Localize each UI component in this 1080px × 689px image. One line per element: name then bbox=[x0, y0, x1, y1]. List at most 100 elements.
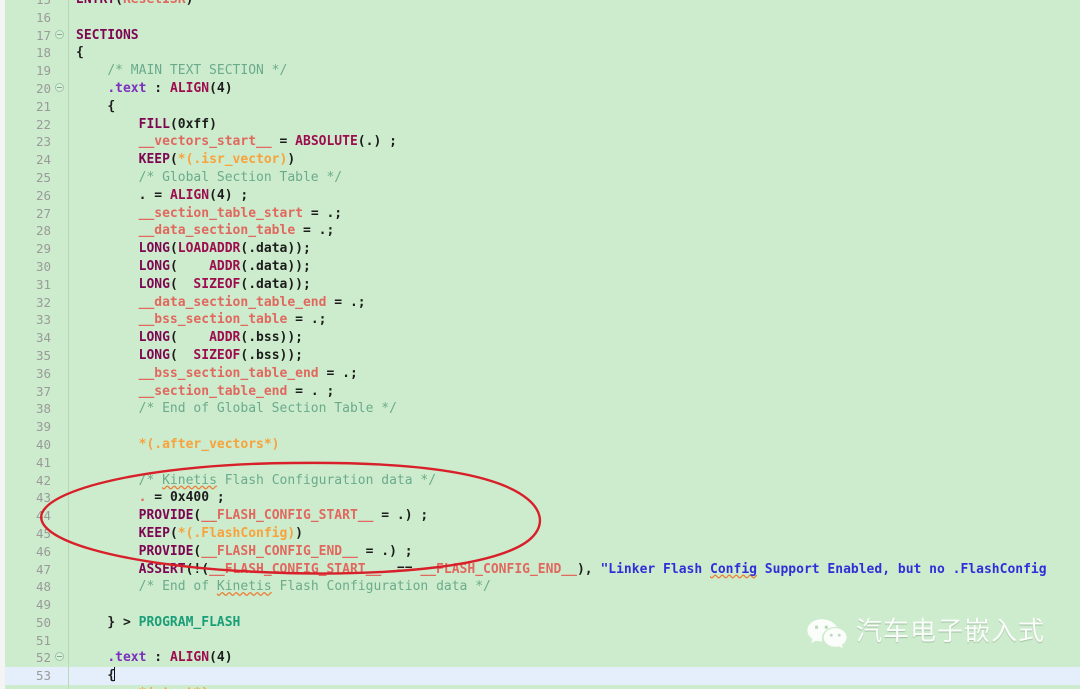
code-text[interactable]: LONG( ADDR(.data)); bbox=[76, 258, 311, 276]
code-line[interactable]: 30 LONG( ADDR(.data)); bbox=[0, 258, 1080, 276]
code-line[interactable]: 22 FILL(0xff) bbox=[0, 116, 1080, 134]
code-line[interactable]: 20 .text : ALIGN(4) bbox=[0, 80, 1080, 98]
code-text[interactable]: PROVIDE(__FLASH_CONFIG_START__ = .) ; bbox=[76, 507, 429, 525]
token-punc: ) bbox=[224, 650, 233, 666]
code-text[interactable]: /* End of Kinetis Flash Configuration da… bbox=[76, 578, 491, 596]
code-line[interactable]: 19 /* MAIN TEXT SECTION */ bbox=[0, 62, 1080, 80]
code-line[interactable]: 24 KEEP(*(.isr_vector)) bbox=[0, 151, 1080, 169]
code-line[interactable]: 41 bbox=[0, 454, 1080, 472]
code-line[interactable]: 23 __vectors_start__ = ABSOLUTE(.) ; bbox=[0, 133, 1080, 151]
token-punc: (.bss)); bbox=[240, 347, 304, 363]
code-text[interactable]: __bss_section_table_end = .; bbox=[76, 365, 358, 383]
code-text[interactable]: SECTIONS bbox=[76, 27, 139, 45]
code-text[interactable]: /* Kinetis Flash Configuration data */ bbox=[76, 472, 436, 490]
code-text[interactable]: __bss_section_table = .; bbox=[76, 311, 327, 329]
code-line[interactable]: 35 LONG( SIZEOF(.bss)); bbox=[0, 347, 1080, 365]
code-line[interactable]: 36 __bss_section_table_end = .; bbox=[0, 365, 1080, 383]
code-text[interactable]: .text : ALIGN(4) bbox=[76, 80, 232, 98]
line-number: 45 bbox=[35, 525, 51, 541]
line-number: 54 bbox=[5, 685, 51, 689]
line-number: 20 bbox=[35, 80, 51, 96]
code-editor-viewport[interactable]: 15ENTRY(ResetISR)1617SECTIONS18{19 /* MA… bbox=[0, 0, 1080, 689]
code-text[interactable]: KEEP(*(.isr_vector)) bbox=[76, 151, 296, 169]
code-text[interactable]: { bbox=[76, 98, 115, 116]
code-line[interactable]: 21 { bbox=[0, 98, 1080, 116]
code-text[interactable]: __section_table_end = . ; bbox=[76, 383, 335, 401]
code-text[interactable]: /* End of Global Section Table */ bbox=[76, 400, 397, 418]
code-text[interactable]: LONG(LOADADDR(.data)); bbox=[76, 240, 311, 258]
code-text[interactable]: *(.after_vectors*) bbox=[76, 436, 280, 454]
code-text[interactable]: *(.text*) bbox=[76, 685, 209, 689]
code-line[interactable]: 34 LONG( ADDR(.bss)); bbox=[0, 329, 1080, 347]
code-line[interactable]: 49 bbox=[0, 596, 1080, 614]
token-sym: __FLASH_CONFIG_START__ bbox=[209, 561, 382, 577]
line-number: 39 bbox=[35, 419, 51, 435]
token-punc: ) bbox=[209, 116, 217, 132]
token-punc: } > bbox=[107, 614, 139, 630]
code-line[interactable]: 32 __data_section_table_end = .; bbox=[0, 294, 1080, 312]
code-text[interactable]: LONG( ADDR(.bss)); bbox=[76, 329, 303, 347]
code-text[interactable]: { bbox=[76, 667, 116, 685]
code-text[interactable]: } > PROGRAM_FLASH bbox=[76, 614, 240, 632]
code-line[interactable]: 46 PROVIDE(__FLASH_CONFIG_END__ = .) ; bbox=[0, 543, 1080, 561]
code-text[interactable]: __section_table_start = .; bbox=[76, 205, 343, 223]
code-text[interactable]: PROVIDE(__FLASH_CONFIG_END__ = .) ; bbox=[76, 543, 413, 561]
code-line[interactable]: 47 ASSERT(!(__FLASH_CONFIG_START__ == __… bbox=[0, 561, 1080, 579]
code-text[interactable]: /* MAIN TEXT SECTION */ bbox=[76, 62, 287, 80]
code-line[interactable]: 25 /* Global Section Table */ bbox=[0, 169, 1080, 187]
code-text[interactable]: ASSERT(!(__FLASH_CONFIG_START__ == __FLA… bbox=[76, 561, 1047, 579]
code-line[interactable]: 33 __bss_section_table = .; bbox=[0, 311, 1080, 329]
token-punc: ( bbox=[169, 330, 210, 346]
code-line[interactable]: 42 /* Kinetis Flash Configuration data *… bbox=[0, 472, 1080, 490]
fold-collapse-icon[interactable] bbox=[55, 652, 64, 662]
code-line[interactable]: 28 __data_section_table = .; bbox=[0, 222, 1080, 240]
code-line[interactable]: 26 . = ALIGN(4) ; bbox=[0, 187, 1080, 205]
code-line[interactable]: 44 PROVIDE(__FLASH_CONFIG_START__ = .) ; bbox=[0, 507, 1080, 525]
token-cmt: Kinetis bbox=[216, 579, 272, 595]
code-lines-container[interactable]: 15ENTRY(ResetISR)1617SECTIONS18{19 /* MA… bbox=[0, 0, 1080, 689]
token-kw: LONG bbox=[138, 330, 170, 346]
code-text[interactable]: ENTRY(ResetISR) bbox=[76, 0, 193, 9]
code-line[interactable]: 54 *(.text*) bbox=[0, 685, 1080, 689]
code-text[interactable]: . = 0x400 ; bbox=[76, 489, 225, 507]
token-kw: LONG bbox=[138, 276, 170, 292]
code-text[interactable]: __data_section_table_end = .; bbox=[76, 294, 366, 312]
code-text[interactable]: /* Global Section Table */ bbox=[76, 169, 343, 187]
code-text[interactable]: __data_section_table = .; bbox=[76, 222, 335, 240]
code-line[interactable]: 29 LONG(LOADADDR(.data)); bbox=[0, 240, 1080, 258]
code-text[interactable]: { bbox=[76, 44, 84, 62]
code-line[interactable]: 53 { bbox=[0, 667, 1080, 686]
code-line[interactable]: 15 ENTRY(ResetISR) bbox=[0, 0, 1080, 9]
code-line[interactable]: 38 /* End of Global Section Table */ bbox=[0, 400, 1080, 418]
code-line[interactable]: 27 __section_table_start = .; bbox=[0, 205, 1080, 223]
code-line[interactable]: 45 KEEP(*(.FlashConfig)) bbox=[0, 525, 1080, 543]
code-line[interactable]: 31 LONG( SIZEOF(.data)); bbox=[0, 276, 1080, 294]
code-line[interactable]: 50 } > PROGRAM_FLASH bbox=[0, 614, 1080, 632]
token-glob: *(.FlashConfig) bbox=[177, 525, 296, 541]
code-text[interactable]: LONG( SIZEOF(.data)); bbox=[76, 276, 311, 294]
code-text[interactable]: LONG( SIZEOF(.bss)); bbox=[76, 347, 303, 365]
fold-collapse-icon[interactable] bbox=[55, 82, 64, 92]
code-line[interactable]: 43 . = 0x400 ; bbox=[0, 489, 1080, 507]
token-sym: __bss_section_table bbox=[138, 312, 288, 328]
code-line[interactable]: 18 { bbox=[0, 44, 1080, 62]
code-line[interactable]: 37 __section_table_end = . ; bbox=[0, 383, 1080, 401]
code-line[interactable]: 52 .text : ALIGN(4) bbox=[0, 649, 1080, 667]
code-line[interactable]: 51 bbox=[0, 632, 1080, 650]
code-line[interactable]: 17 SECTIONS bbox=[0, 27, 1080, 45]
code-line[interactable]: 16 bbox=[0, 9, 1080, 27]
code-text[interactable]: . = ALIGN(4) ; bbox=[76, 187, 249, 205]
code-line[interactable]: 48 /* End of Kinetis Flash Configuration… bbox=[0, 578, 1080, 596]
fold-collapse-icon[interactable] bbox=[55, 29, 64, 39]
code-text[interactable]: KEEP(*(.FlashConfig)) bbox=[76, 525, 303, 543]
token-punc: ) bbox=[186, 0, 194, 7]
code-text[interactable]: .text : ALIGN(4) bbox=[76, 649, 233, 667]
code-line[interactable]: 40 *(.after_vectors*) bbox=[0, 436, 1080, 454]
code-text[interactable]: FILL(0xff) bbox=[76, 116, 217, 134]
code-line[interactable]: 39 bbox=[0, 418, 1080, 436]
token-punc: ( bbox=[169, 241, 178, 257]
code-text[interactable]: __vectors_start__ = ABSOLUTE(.) ; bbox=[76, 133, 397, 151]
